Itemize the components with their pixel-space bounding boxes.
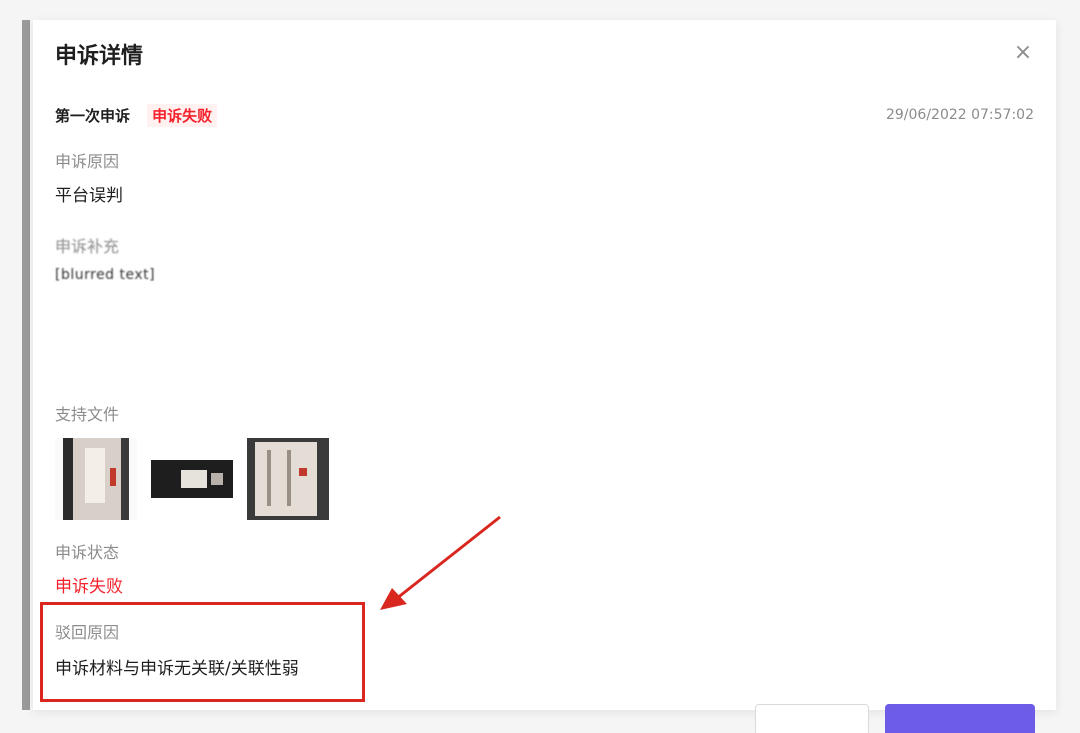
cancel-button[interactable] xyxy=(755,704,869,733)
annotation-arrow-icon xyxy=(380,515,501,610)
screenshot-stage: 申诉详情 × 第一次申诉 申诉失败 29/06/2022 07:57:02 申诉… xyxy=(0,0,1080,733)
confirm-button[interactable] xyxy=(885,704,1035,733)
